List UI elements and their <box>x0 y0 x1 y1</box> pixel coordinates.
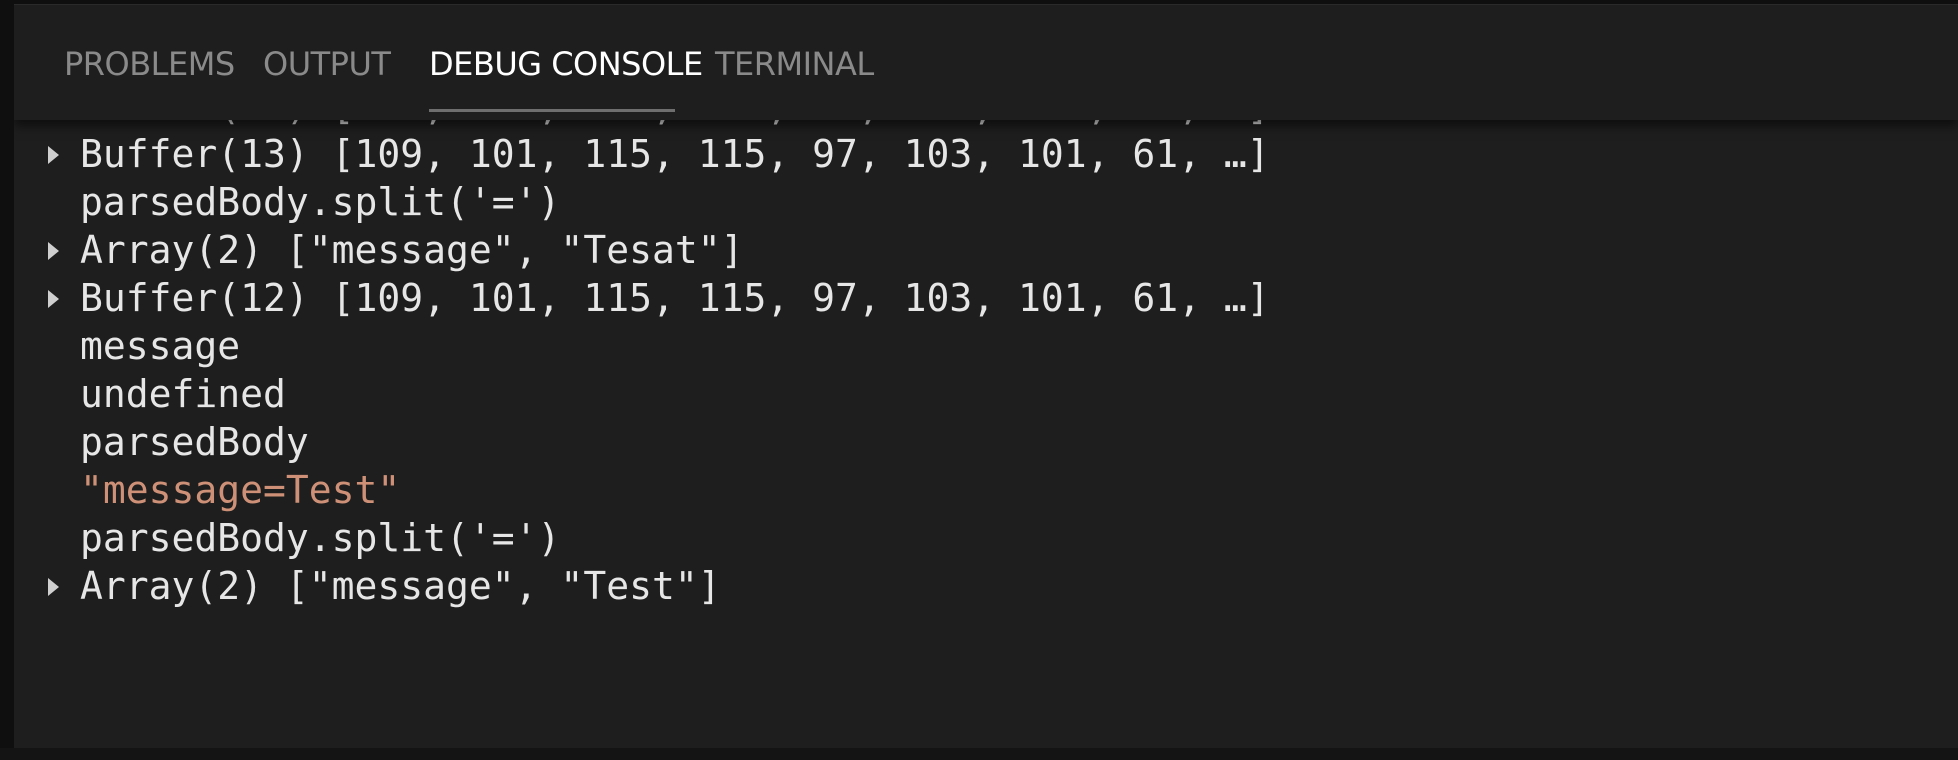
console-line-text: Array(2) ["message", "Tesat"] <box>80 228 744 272</box>
tab-output[interactable]: OUTPUT <box>263 45 391 89</box>
console-line-text: undefined <box>80 372 286 416</box>
expand-chevron-icon[interactable] <box>48 578 59 596</box>
expand-chevron-icon[interactable] <box>48 290 59 308</box>
console-line-text: Buffer(12) [109, 101, 115, 115, 97, 103,… <box>80 276 1270 320</box>
active-tab-indicator <box>429 109 675 112</box>
console-line-text: Buffer(13) [109, 101, 115, 115, 97, 103,… <box>80 132 1270 176</box>
expand-chevron-icon[interactable] <box>48 146 59 164</box>
console-line-text: parsedBody <box>80 420 309 464</box>
console-line[interactable]: Array(2) ["message", "Test"] <box>14 560 1958 612</box>
console-string-value: "message=Test" <box>80 468 401 512</box>
tab-debug-console[interactable]: DEBUG CONSOLE <box>429 45 703 89</box>
console-line: "message=Test" <box>14 464 1958 516</box>
console-line-text: parsedBody.split('=') <box>80 180 561 224</box>
tab-terminal[interactable]: TERMINAL <box>715 45 874 89</box>
tab-problems[interactable]: PROBLEMS <box>64 45 235 89</box>
debug-console-output[interactable]: Buffer(12) [109, 101, 115, 115, 97, 103,… <box>14 84 1958 753</box>
console-line-text: message <box>80 324 241 368</box>
console-line: parsedBody.split('=') <box>14 512 1958 564</box>
console-line: message <box>14 320 1958 372</box>
console-line: parsedBody <box>14 416 1958 468</box>
console-line-text: Array(2) ["message", "Test"] <box>80 564 721 608</box>
bottom-panel: PROBLEMS OUTPUT DEBUG CONSOLE TERMINAL B… <box>14 4 1958 753</box>
console-line-text: parsedBody.split('=') <box>80 516 561 560</box>
debug-panel-frame: PROBLEMS OUTPUT DEBUG CONSOLE TERMINAL B… <box>0 0 1958 760</box>
console-line[interactable]: Array(2) ["message", "Tesat"] <box>14 224 1958 276</box>
console-line[interactable]: Buffer(13) [109, 101, 115, 115, 97, 103,… <box>14 128 1958 180</box>
expand-chevron-icon[interactable] <box>48 242 59 260</box>
console-line[interactable]: Buffer(12) [109, 101, 115, 115, 97, 103,… <box>14 272 1958 324</box>
console-line: parsedBody.split('=') <box>14 176 1958 228</box>
panel-tab-bar: PROBLEMS OUTPUT DEBUG CONSOLE TERMINAL <box>14 5 1958 120</box>
console-line: undefined <box>14 368 1958 420</box>
